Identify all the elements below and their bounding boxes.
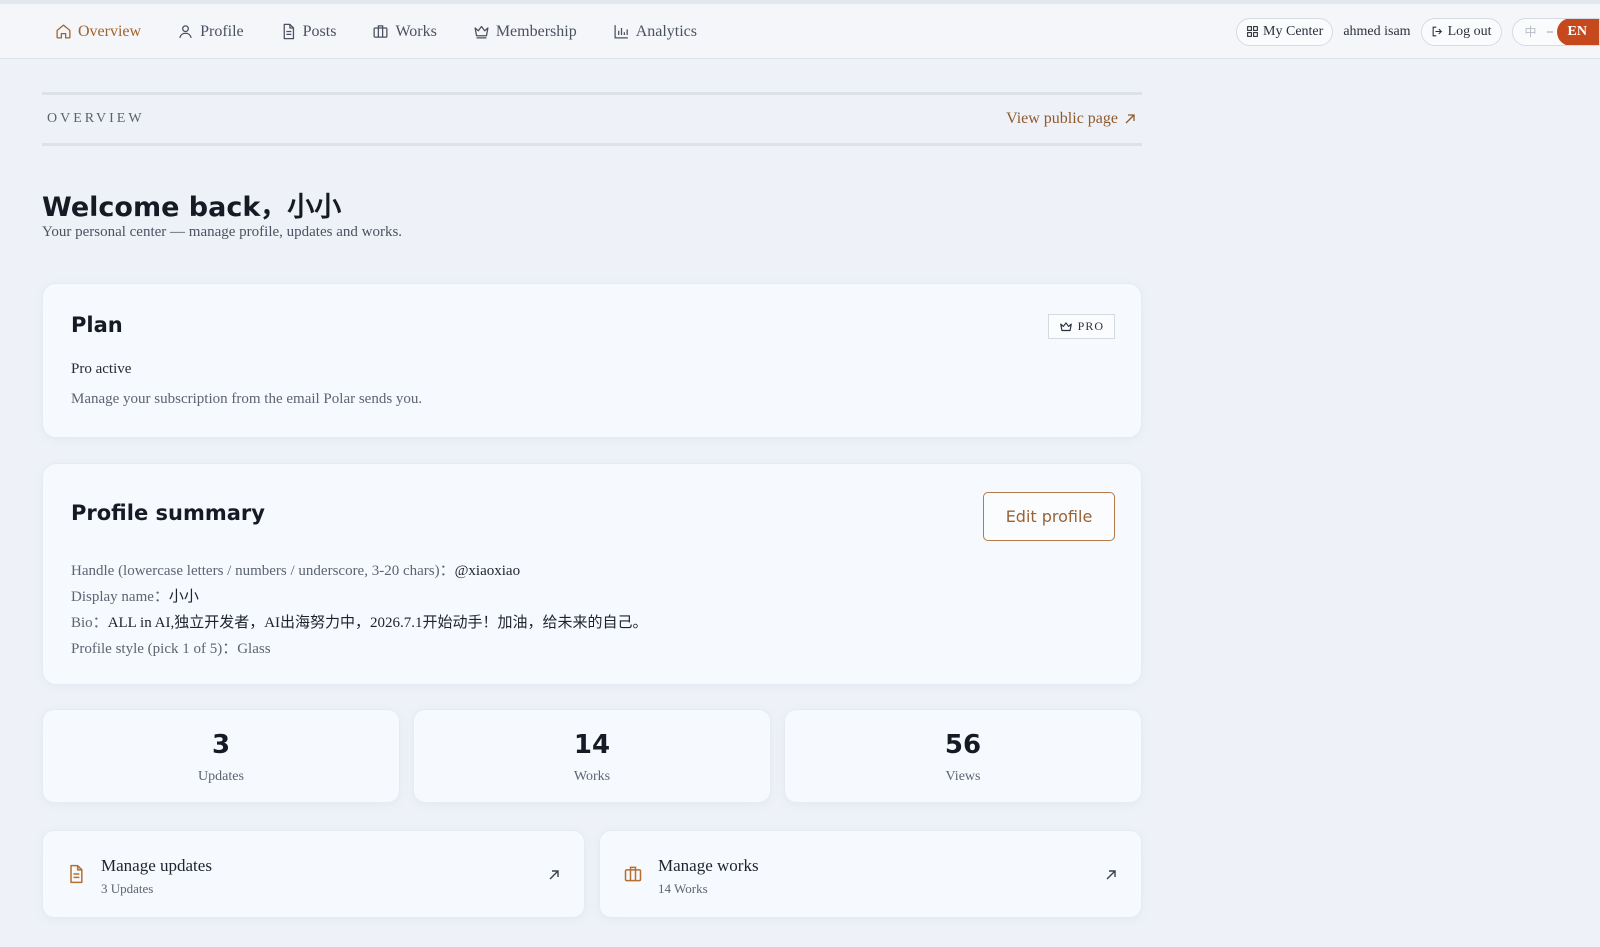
crown-icon — [473, 23, 490, 40]
handle-value: @xiaoxiao — [454, 563, 521, 579]
stat-label: Updates — [198, 769, 244, 784]
lang-zh-option[interactable]: 中 — [1513, 23, 1547, 40]
nav-label-overview: Overview — [78, 22, 142, 40]
language-toggle: 中 EN — [1511, 17, 1600, 46]
stat-value: 3 — [211, 730, 231, 760]
manage-works-card[interactable]: Manage works 14 Works — [599, 830, 1142, 918]
profile-style-field: Profile style (pick 1 of 5)：Glass — [71, 637, 271, 658]
profile-summary-card: Profile summary Edit profile Handle (low… — [42, 463, 1142, 685]
grid-icon — [1246, 25, 1259, 38]
pro-badge: PRO — [1047, 314, 1115, 339]
logout-button[interactable]: Log out — [1420, 17, 1502, 46]
profile-style-value: Glass — [237, 641, 271, 657]
profile-summary-title: Profile summary — [71, 501, 265, 525]
top-navigation: Overview Profile Posts Works Membership — [0, 0, 1600, 59]
my-center-button[interactable]: My Center — [1236, 17, 1334, 46]
crown-icon — [1059, 320, 1073, 334]
welcome-title: Welcome back，小小 — [42, 192, 342, 223]
nav-right: My Center ahmed isam Log out 中 EN — [1236, 4, 1600, 59]
nav-label-posts: Posts — [302, 22, 337, 40]
stat-views: 56 Views — [784, 709, 1142, 803]
nav-item-posts[interactable]: Posts — [280, 22, 337, 41]
nav-items: Overview Profile Posts Works Membership — [55, 4, 733, 59]
manage-updates-count: 3 Updates — [101, 881, 154, 896]
section-header: OVERVIEW View public page — [42, 92, 1142, 146]
logout-icon — [1431, 25, 1444, 38]
arrow-up-right-icon — [1105, 869, 1117, 881]
nav-item-membership[interactable]: Membership — [473, 23, 577, 41]
lang-separator — [1546, 30, 1553, 33]
bio-label: Bio： — [71, 615, 108, 631]
nav-label-membership: Membership — [495, 22, 577, 40]
document-icon — [280, 23, 297, 40]
display-name-label: Display name： — [71, 589, 169, 605]
manage-works-count: 14 Works — [658, 881, 708, 896]
nav-item-overview[interactable]: Overview — [55, 23, 141, 41]
nav-label-analytics: Analytics — [635, 22, 698, 40]
edit-profile-button[interactable]: Edit profile — [983, 492, 1115, 541]
nav-label-profile: Profile — [200, 22, 244, 40]
plan-status: Pro active — [71, 361, 132, 377]
arrow-up-right-icon — [548, 869, 560, 881]
lang-en-option[interactable]: EN — [1556, 18, 1599, 45]
profile-style-label: Profile style (pick 1 of 5)： — [71, 641, 238, 657]
briefcase-icon — [623, 864, 643, 884]
plan-title: Plan — [71, 313, 123, 337]
bar-chart-icon — [613, 23, 630, 40]
handle-field: Handle (lowercase letters / numbers / un… — [71, 559, 520, 580]
bio-value: ALL in AI,独立开发者，AI出海努力中，2026.7.1开始动手！加油，… — [107, 615, 648, 631]
plan-note: Manage your subscription from the email … — [71, 391, 423, 407]
nav-item-works[interactable]: Works — [372, 22, 437, 41]
display-name-field: Display name：小小 — [71, 585, 199, 606]
welcome-subtitle: Your personal center — manage profile, u… — [42, 224, 403, 240]
document-icon — [66, 864, 86, 884]
manage-updates-title: Manage updates — [101, 856, 212, 875]
logout-label: Log out — [1447, 23, 1492, 39]
view-public-page-link[interactable]: View public page — [1006, 110, 1136, 128]
nav-item-analytics[interactable]: Analytics — [613, 23, 697, 41]
user-name: ahmed isam — [1343, 23, 1411, 39]
manage-works-title: Manage works — [658, 856, 759, 875]
pro-badge-label: PRO — [1077, 319, 1104, 333]
stat-label: Works — [573, 769, 611, 784]
stat-updates: 3 Updates — [42, 709, 400, 803]
user-icon — [177, 23, 194, 40]
external-arrow-icon — [1124, 113, 1136, 125]
briefcase-icon — [372, 23, 389, 40]
bio-field: Bio：ALL in AI,独立开发者，AI出海努力中，2026.7.1开始动手… — [71, 611, 648, 632]
nav-label-works: Works — [395, 22, 437, 40]
section-label: OVERVIEW — [47, 111, 145, 126]
stat-label: Views — [945, 769, 981, 784]
manage-updates-card[interactable]: Manage updates 3 Updates — [42, 830, 585, 918]
view-public-label: View public page — [1006, 110, 1118, 127]
home-icon — [55, 23, 72, 40]
display-name-value: 小小 — [168, 589, 199, 605]
nav-item-profile[interactable]: Profile — [177, 23, 244, 41]
stat-value: 56 — [944, 730, 982, 760]
stat-value: 14 — [573, 730, 611, 760]
stat-works: 14 Works — [413, 709, 771, 803]
handle-label: Handle (lowercase letters / numbers / un… — [71, 563, 455, 579]
plan-card: Plan PRO Pro active Manage your subscrip… — [42, 283, 1142, 438]
my-center-label: My Center — [1263, 23, 1324, 39]
